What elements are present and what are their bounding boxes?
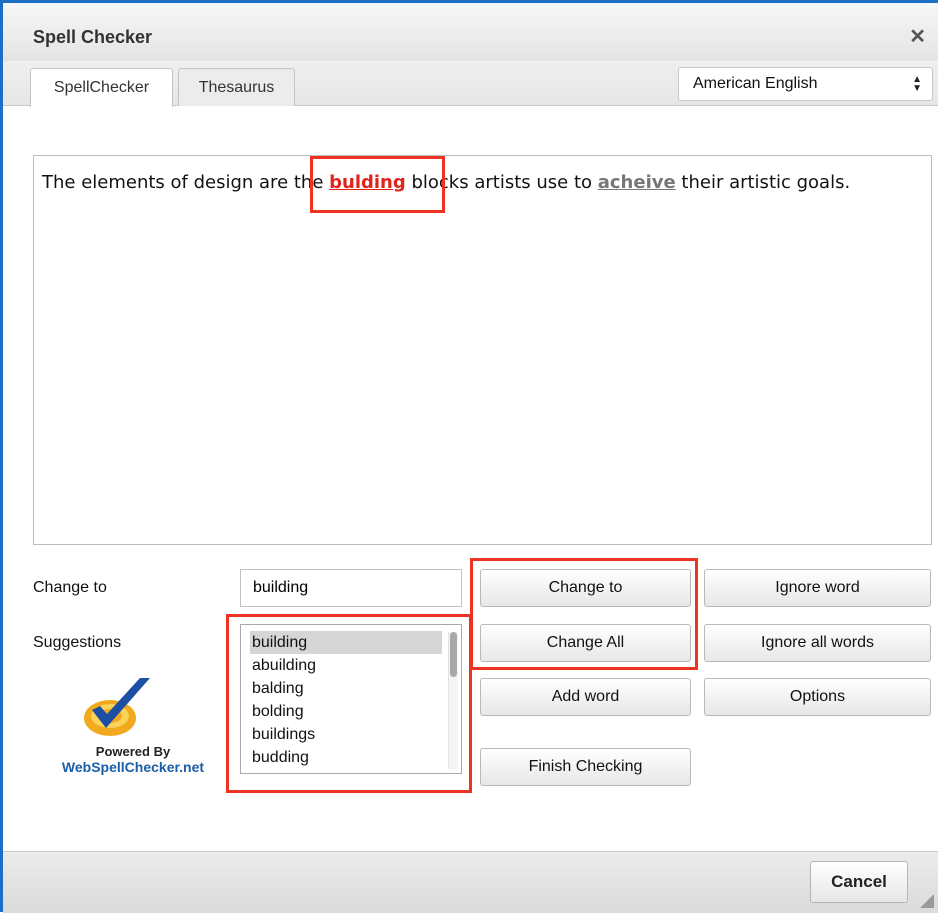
suggestions-list[interactable]: building abuilding balding bolding build… [240,624,462,774]
finish-checking-button[interactable]: Finish Checking [480,748,691,786]
language-select-value: American English [693,75,818,92]
list-item[interactable]: building [250,631,442,654]
change-to-input[interactable]: building [240,569,462,607]
text-preview-area[interactable] [33,155,932,545]
text-preview-sentence: The elements of design are the bulding b… [42,172,850,193]
tab-thesaurus[interactable]: Thesaurus [178,68,295,106]
resize-grip-icon[interactable] [920,894,934,908]
text-segment: blocks artists use to [405,172,598,193]
add-word-button[interactable]: Add word [480,678,691,716]
misspelled-word[interactable]: acheive [598,172,676,193]
list-item[interactable]: bolding [250,700,442,723]
list-item[interactable]: buildin [250,769,442,773]
powered-by-label: Powered By [95,744,171,759]
options-button[interactable]: Options [704,678,931,716]
dialog-footer [3,851,938,913]
change-all-button[interactable]: Change All [480,624,691,662]
ignore-all-words-button[interactable]: Ignore all words [704,624,931,662]
title-bar: Spell Checker ✕ [3,3,938,62]
list-item[interactable]: abuilding [250,654,442,677]
language-select[interactable]: American English ▲ ▼ [678,67,933,101]
text-segment: The elements of design are the [42,172,330,193]
change-to-label: Change to [33,579,107,596]
list-item[interactable]: budding [250,746,442,769]
close-icon[interactable]: ✕ [909,27,926,47]
change-to-button[interactable]: Change to [480,569,691,607]
suggestions-scrollbar[interactable] [448,632,458,769]
select-arrows-icon: ▲ ▼ [912,74,922,94]
tab-spellchecker[interactable]: SpellChecker [30,68,173,107]
scrollbar-thumb[interactable] [450,632,457,677]
webspellchecker-link[interactable]: WebSpellChecker.net [48,759,218,775]
dialog-title: Spell Checker [33,27,153,47]
cancel-button[interactable]: Cancel [810,861,908,903]
webspellchecker-logo-icon [84,678,150,736]
text-segment: their artistic goals. [675,172,851,193]
suggestions-label: Suggestions [33,634,122,651]
list-item[interactable]: buildings [250,723,442,746]
list-item[interactable]: balding [250,677,442,700]
misspelled-word-current[interactable]: bulding [329,172,406,193]
ignore-word-button[interactable]: Ignore word [704,569,931,607]
